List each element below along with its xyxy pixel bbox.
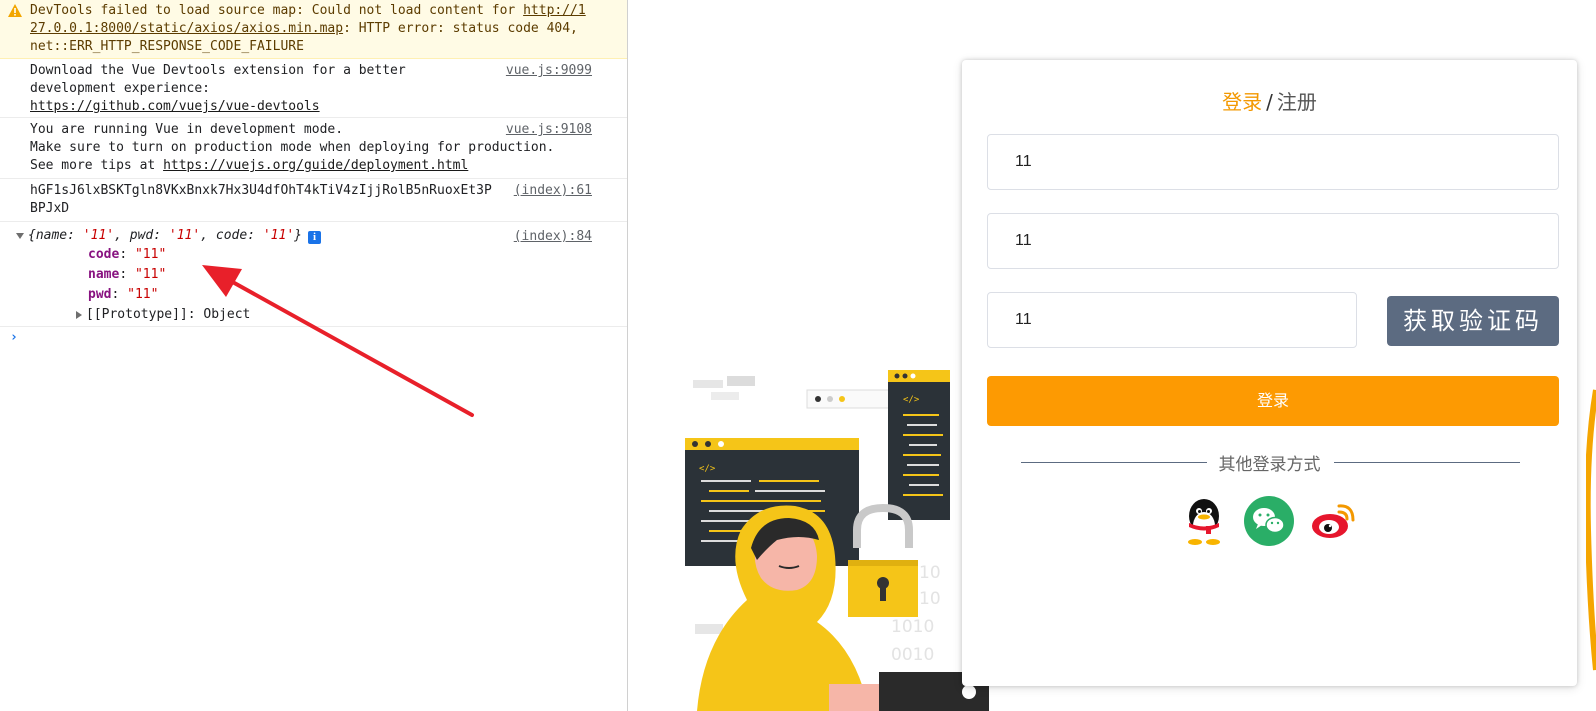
tab-separator: / [1266,90,1273,114]
svg-text:1010: 1010 [891,617,934,637]
devtools-link[interactable]: https://github.com/vuejs/vue-devtools [30,99,320,114]
login-button[interactable]: 登录 [987,376,1559,426]
login-page: </> </> 10 10 1010 0010 登录 / 注册 11 11 11… [629,0,1596,711]
console-devmode-message: You are running Vue in development mode.… [0,118,627,179]
get-code-button[interactable]: 获取验证码 [1387,296,1559,346]
annotation-arrow [202,265,474,417]
devmode-line-3: See more tips at https://vuejs.org/guide… [30,158,469,173]
svg-text:</>: </> [699,464,716,474]
svg-text:</>: </> [903,395,920,405]
weibo-icon[interactable] [1309,496,1359,546]
devtools-console: DevTools failed to load source map: Coul… [0,0,628,711]
expand-triangle-icon[interactable] [16,232,24,239]
source-link[interactable]: vue.js:9108 [497,121,592,139]
username-input[interactable]: 11 [987,134,1559,190]
token-text: hGF1sJ6lxBSKTgln8VKxBnxk7Hx3U4dfOhT4kTiV… [30,183,492,216]
source-link[interactable]: vue.js:9099 [497,62,592,80]
decor-edge-accent [1586,389,1596,671]
console-warning-message: DevTools failed to load source map: Coul… [0,0,627,59]
wechat-icon[interactable] [1244,496,1294,546]
login-card: 登录 / 注册 11 11 11 获取验证码 登录 其他登录方式 [962,60,1577,686]
source-link[interactable]: (index):84 [505,228,592,246]
tab-login[interactable]: 登录 [1222,90,1262,114]
other-login-methods-label: 其他登录方式 [962,450,1577,475]
verification-code-input[interactable]: 11 [987,292,1357,348]
source-link[interactable]: (index):61 [505,182,592,200]
console-devtools-message: Download the Vue Devtools extension for … [0,59,627,118]
svg-text:10: 10 [919,563,941,583]
warning-text: DevTools failed to load source map: Coul… [30,3,586,54]
svg-text:0010: 0010 [891,645,934,665]
password-input[interactable]: 11 [987,213,1559,269]
console-token-message: hGF1sJ6lxBSKTgln8VKxBnxk7Hx3U4dfOhT4kTiV… [0,179,627,222]
object-summary[interactable]: {name: '11', pwd: '11', code: '11'} i [16,227,587,245]
warning-icon [8,4,22,17]
deployment-link[interactable]: https://vuejs.org/guide/deployment.html [163,158,468,173]
devmode-line-2: Make sure to turn on production mode whe… [30,140,555,155]
qq-icon[interactable] [1179,496,1229,546]
expand-triangle-icon[interactable] [76,310,82,319]
auth-tabs: 登录 / 注册 [962,86,1577,115]
info-icon[interactable]: i [307,231,321,244]
svg-text:10: 10 [919,589,941,609]
tab-register[interactable]: 注册 [1277,90,1317,114]
